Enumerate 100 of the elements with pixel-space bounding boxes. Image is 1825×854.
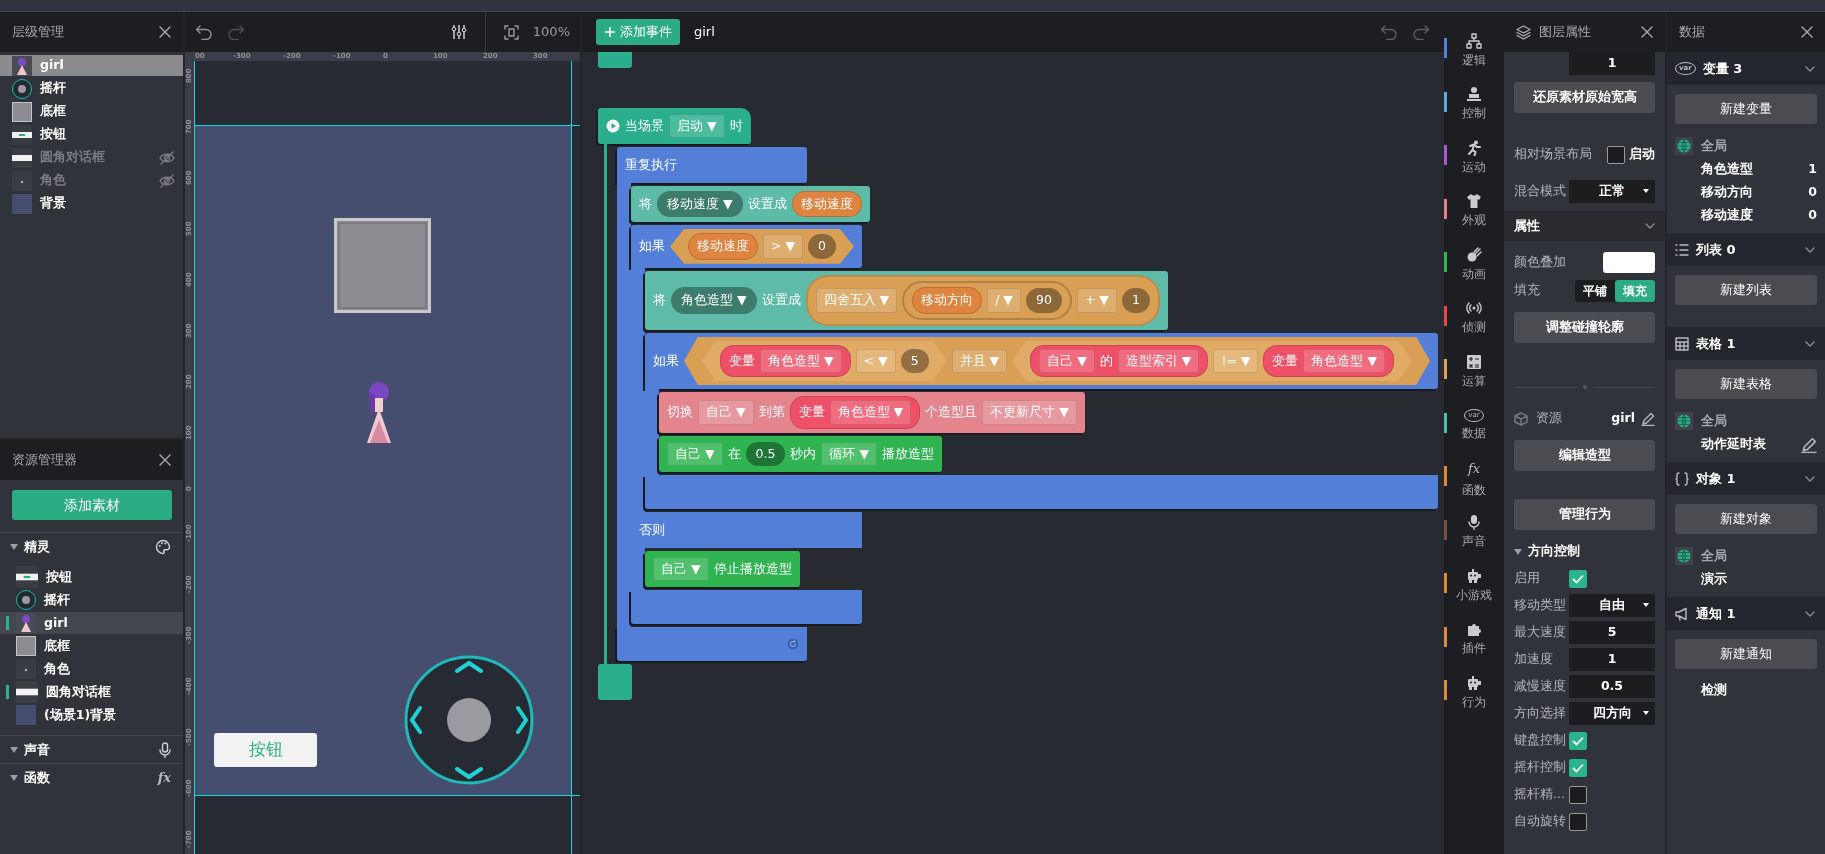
function-icon[interactable]: fx bbox=[1467, 459, 1481, 479]
data-item-name[interactable]: 移动速度 bbox=[1701, 206, 1753, 225]
runner-icon[interactable] bbox=[1466, 139, 1482, 156]
category-item[interactable]: 控制 bbox=[1444, 77, 1504, 131]
statement-block[interactable]: 自己 ▼ 在 0.5 秒内 循环 ▼ 播放造型 bbox=[659, 436, 943, 472]
action-button[interactable]: 编辑造型 bbox=[1514, 440, 1655, 471]
eye-off-icon[interactable] bbox=[159, 150, 175, 165]
close-icon[interactable] bbox=[159, 454, 171, 466]
microphone-icon[interactable] bbox=[159, 741, 171, 758]
undo-icon[interactable] bbox=[1380, 24, 1398, 40]
asset-item[interactable]: (场景1)背景 bbox=[0, 704, 183, 726]
category-item[interactable]: 运动 bbox=[1444, 131, 1504, 185]
condition-block[interactable]: 变量 角色造型 ▼ < ▼ 5 并且 ▼ 自己 ▼ 的 造型索引 ▼ != ▼ 变量 角色造型 ▼ bbox=[684, 336, 1431, 386]
comet-icon[interactable] bbox=[1466, 246, 1482, 263]
dropdown-field[interactable]: 角色造型 ▼ bbox=[1303, 348, 1386, 374]
stamp-icon[interactable] bbox=[1466, 86, 1482, 103]
chevron-down-icon[interactable] bbox=[1805, 610, 1815, 617]
close-icon[interactable] bbox=[1801, 26, 1813, 38]
number-field[interactable]: 5 bbox=[900, 348, 929, 374]
pencil-icon[interactable] bbox=[1801, 436, 1817, 453]
category-item[interactable]: fx 函数 bbox=[1444, 452, 1504, 506]
hierarchy-icon[interactable] bbox=[1466, 32, 1482, 49]
asset-item[interactable]: 按钮 bbox=[0, 566, 183, 588]
data-item-name[interactable]: 演示 bbox=[1701, 570, 1727, 589]
operator-block[interactable]: 四舍五入 ▼ 移动方向 / ▼ 90 + ▼ 1 bbox=[805, 274, 1160, 326]
data-item-name[interactable]: 动作延时表 bbox=[1701, 435, 1766, 454]
reporter-block[interactable]: 变量 角色造型 ▼ bbox=[720, 344, 851, 378]
asset-item[interactable]: 圆角对话框 bbox=[0, 681, 183, 703]
checkbox[interactable] bbox=[1569, 785, 1587, 804]
segment-option[interactable]: 平铺 bbox=[1575, 279, 1615, 302]
robot-icon[interactable] bbox=[1466, 674, 1482, 691]
color-swatch[interactable] bbox=[1603, 251, 1655, 273]
signal-icon[interactable] bbox=[1466, 300, 1482, 317]
close-icon[interactable] bbox=[1641, 26, 1653, 38]
category-item[interactable]: 行为 bbox=[1444, 666, 1504, 720]
checkbox[interactable] bbox=[1569, 731, 1587, 750]
data-item-name[interactable]: 角色造型 bbox=[1701, 160, 1753, 179]
layer-item[interactable]: 角色 bbox=[0, 170, 183, 191]
operator-block[interactable]: 移动方向 / ▼ 90 bbox=[902, 280, 1072, 320]
number-input[interactable]: 5 bbox=[1569, 621, 1655, 644]
puzzle-icon[interactable] bbox=[1466, 621, 1482, 638]
layer-item[interactable]: 背景 bbox=[0, 193, 183, 214]
variable-dropdown[interactable]: 移动速度 ▼ bbox=[657, 190, 743, 218]
robot-icon[interactable] bbox=[1466, 567, 1482, 584]
new-item-button[interactable]: 新建表格 bbox=[1675, 369, 1817, 399]
chevron-down-icon[interactable] bbox=[1805, 246, 1815, 253]
category-item[interactable]: 插件 bbox=[1444, 612, 1504, 666]
action-button[interactable]: 还原素材原始宽高 bbox=[1514, 82, 1655, 113]
asset-item[interactable]: girl bbox=[0, 612, 183, 634]
number-input[interactable]: 0.5 bbox=[1569, 675, 1655, 698]
number-input[interactable]: 1 bbox=[1569, 52, 1655, 75]
category-item[interactable]: 逻辑 bbox=[1444, 24, 1504, 78]
checkbox[interactable] bbox=[1569, 812, 1587, 831]
checkbox[interactable] bbox=[1569, 569, 1587, 588]
condition-block[interactable]: 变量 角色造型 ▼ < ▼ 5 bbox=[702, 340, 947, 382]
chevron-down-icon[interactable] bbox=[1645, 223, 1655, 229]
layer-item[interactable]: 圆角对话框 bbox=[0, 147, 183, 168]
undo-icon[interactable] bbox=[195, 24, 213, 40]
chevron-down-icon[interactable] bbox=[1805, 475, 1815, 482]
category-item[interactable]: 侦测 bbox=[1444, 291, 1504, 345]
caret-icon[interactable] bbox=[10, 746, 18, 753]
number-field[interactable]: 0 bbox=[808, 234, 836, 259]
reporter-block[interactable]: 变量 角色造型 ▼ bbox=[1263, 344, 1395, 378]
chevron-down-icon[interactable] bbox=[1805, 65, 1815, 72]
select-field[interactable]: 四方向 bbox=[1569, 702, 1655, 725]
caret-icon[interactable] bbox=[10, 774, 18, 781]
data-item-name[interactable]: 移动方向 bbox=[1701, 183, 1753, 202]
action-button[interactable]: 管理行为 bbox=[1514, 499, 1655, 530]
number-input[interactable]: 1 bbox=[1569, 648, 1655, 671]
number-field[interactable]: 1 bbox=[1121, 287, 1150, 313]
if-block[interactable]: 如果 移动速度 > ▼ 0 bbox=[631, 225, 862, 268]
dropdown-field[interactable]: 造型索引 ▼ bbox=[1117, 348, 1200, 374]
function-icon[interactable]: fx bbox=[157, 767, 171, 788]
new-item-button[interactable]: 新建通知 bbox=[1675, 639, 1817, 669]
new-item-button[interactable]: 新建变量 bbox=[1675, 94, 1817, 124]
asset-item[interactable]: 摇杆 bbox=[0, 589, 183, 611]
caret-icon[interactable] bbox=[1514, 548, 1522, 555]
pencil-icon[interactable] bbox=[1641, 411, 1655, 426]
dropdown-field[interactable]: 角色造型 ▼ bbox=[760, 348, 842, 374]
layer-item[interactable]: 摇杆 bbox=[0, 78, 183, 99]
variable-dropdown[interactable]: 角色造型 ▼ bbox=[671, 286, 757, 314]
category-item[interactable]: 动画 bbox=[1444, 238, 1504, 292]
if-block[interactable]: 如果 变量 角色造型 ▼ < ▼ 5 并且 ▼ 自己 ▼ 的 造型索引 ▼ != ▼ 变量 角色造型 ▼ bbox=[645, 332, 1439, 390]
select-field[interactable]: 正常 bbox=[1569, 180, 1655, 203]
checkbox[interactable] bbox=[1607, 145, 1625, 164]
checkbox[interactable] bbox=[1569, 758, 1587, 777]
statement-block[interactable]: 将 移动速度 ▼ 设置成 移动速度 bbox=[631, 186, 870, 222]
fit-screen-icon[interactable] bbox=[503, 24, 519, 40]
microphone-icon[interactable] bbox=[1468, 514, 1480, 531]
calculator-icon[interactable] bbox=[1466, 353, 1482, 370]
shirt-icon[interactable] bbox=[1466, 193, 1482, 210]
caret-icon[interactable] bbox=[10, 543, 18, 550]
statement-block[interactable]: 将 角色造型 ▼ 设置成 四舍五入 ▼ 移动方向 / ▼ 90 + ▼ 1 bbox=[645, 270, 1168, 330]
layer-item[interactable]: 底框 bbox=[0, 101, 183, 122]
reporter-block[interactable]: 自己 ▼ 的 造型索引 ▼ bbox=[1030, 344, 1209, 378]
category-item[interactable]: 运算 bbox=[1444, 345, 1504, 399]
condition-block[interactable]: 自己 ▼ 的 造型索引 ▼ != ▼ 变量 角色造型 ▼ bbox=[1012, 340, 1413, 382]
category-item[interactable]: 声音 bbox=[1444, 505, 1504, 559]
category-item[interactable]: 外观 bbox=[1444, 184, 1504, 238]
category-item[interactable]: 小游戏 bbox=[1444, 559, 1504, 613]
